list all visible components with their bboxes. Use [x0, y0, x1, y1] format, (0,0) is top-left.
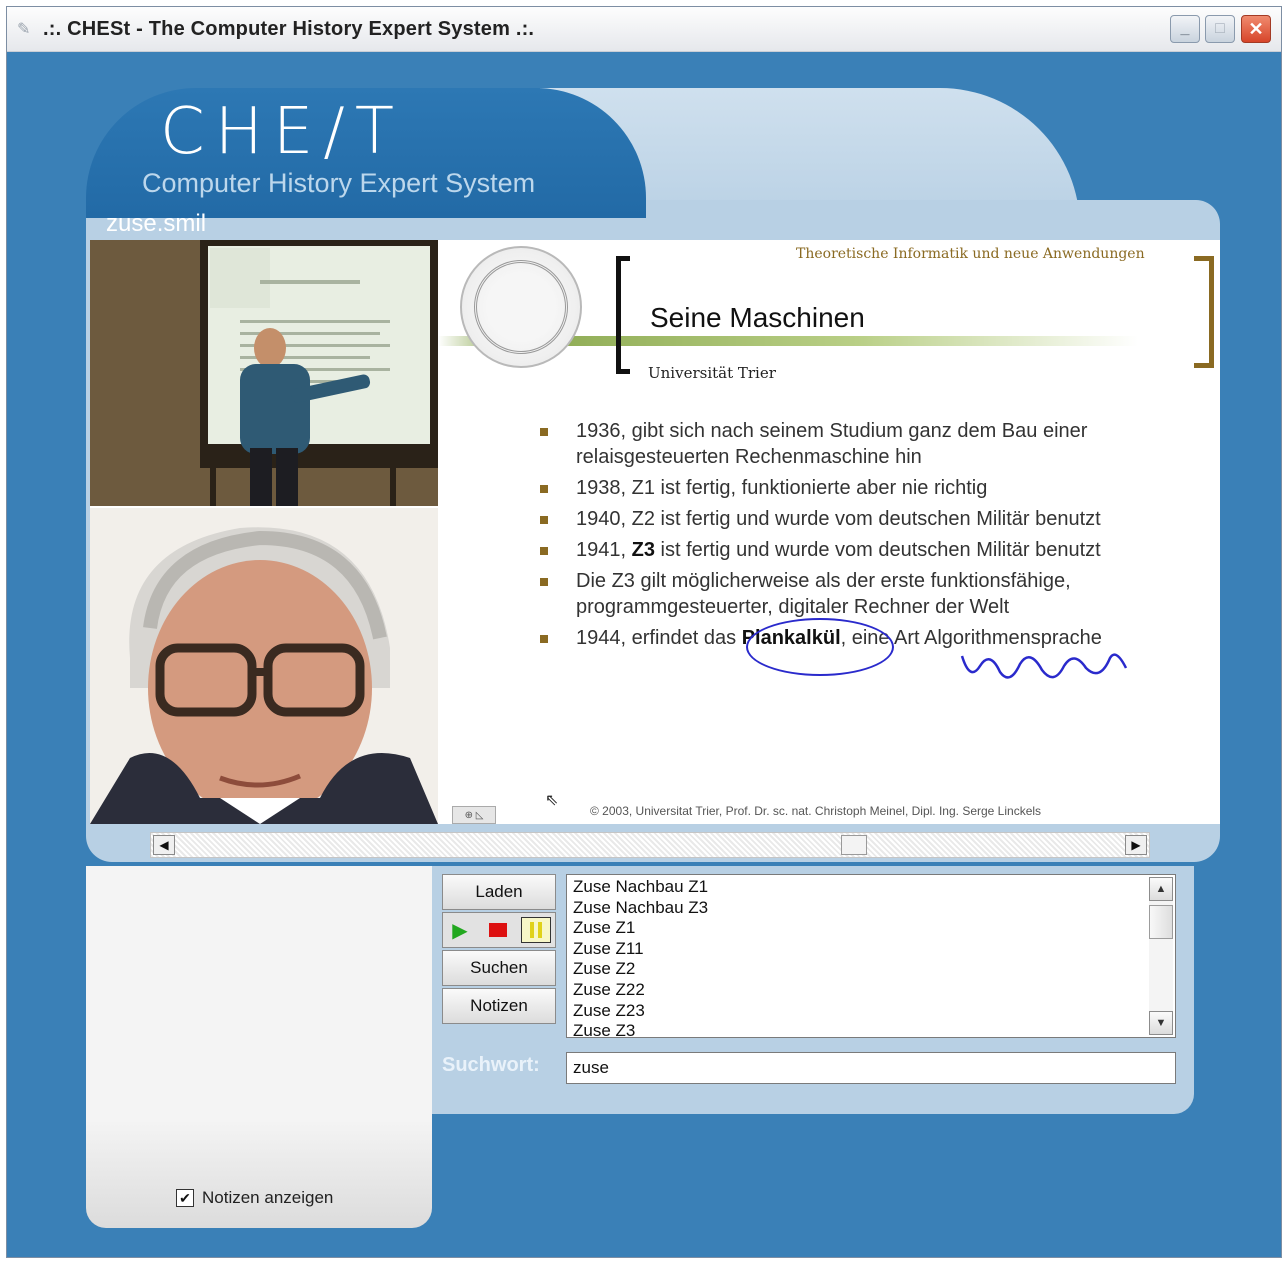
slide-copyright: © 2003, Universitat Trier, Prof. Dr. sc.… — [590, 804, 1042, 818]
list-item[interactable]: Zuse Z2 — [573, 959, 1175, 980]
list-item[interactable]: Zuse Z23 — [573, 1001, 1175, 1022]
results-scrollbar-thumb[interactable] — [1149, 905, 1173, 939]
slide-mini-control[interactable]: ⊕ ◺ — [452, 806, 496, 824]
bullet-text: 1936, gibt sich nach seinem Studium ganz… — [576, 420, 1088, 468]
scroll-left-arrow-icon[interactable]: ◀ — [153, 835, 175, 855]
slide-title: Seine Maschinen — [650, 302, 865, 333]
slide-bullet: 1940, Z2 ist fertig und wurde vom deutsc… — [540, 506, 1180, 532]
play-icon[interactable]: ▶ — [445, 917, 475, 943]
window-title: .:. CHESt - The Computer History Expert … — [43, 18, 535, 40]
results-list[interactable]: Zuse Nachbau Z1 Zuse Nachbau Z3 Zuse Z1 … — [566, 874, 1176, 1038]
ink-annotation-wave — [960, 653, 1128, 679]
lecture-video[interactable] — [90, 240, 438, 506]
list-item[interactable]: Zuse Z1 — [573, 918, 1175, 939]
list-item[interactable]: Zuse Z3 — [573, 1021, 1175, 1037]
bullet-text: 1944, erfindet das — [576, 627, 742, 649]
show-notes-checkbox[interactable]: ✔ — [176, 1189, 194, 1207]
minimize-button[interactable]: _ — [1170, 15, 1200, 43]
bullet-marker — [540, 635, 548, 643]
bullet-text: 1941, — [576, 539, 632, 561]
notes-panel — [86, 866, 432, 1228]
bullet-text: Die Z3 gilt möglicherweise als der erste… — [576, 570, 1071, 618]
close-button[interactable]: ✕ — [1241, 15, 1271, 43]
title-bar[interactable]: ✎ .:. CHESt - The Computer History Exper… — [7, 7, 1281, 52]
list-item[interactable]: Zuse Nachbau Z3 — [573, 898, 1175, 919]
scroll-up-arrow-icon[interactable]: ▲ — [1149, 877, 1173, 901]
logo-subtitle: Computer History Expert System — [142, 168, 536, 198]
slide-bullet: Die Z3 gilt möglicherweise als der erste… — [540, 568, 1180, 620]
ink-annotation-circle — [746, 618, 894, 676]
search-input[interactable] — [566, 1052, 1176, 1084]
pause-icon[interactable] — [521, 917, 551, 943]
scroll-right-arrow-icon[interactable]: ▶ — [1125, 835, 1147, 855]
show-notes-toggle[interactable]: ✔ Notizen anzeigen — [176, 1188, 333, 1208]
show-notes-label: Notizen anzeigen — [202, 1188, 334, 1207]
bullet-bold: Z3 — [631, 539, 655, 561]
university-name: Universität Trier — [648, 364, 776, 382]
app-icon: ✎ — [17, 21, 31, 38]
bullet-marker — [540, 485, 548, 493]
portrait-image — [90, 508, 438, 824]
slide-bullet: 1938, Z1 ist fertig, funktionierte aber … — [540, 475, 1180, 501]
list-item[interactable]: Zuse Z22 — [573, 980, 1175, 1001]
list-item[interactable]: Zuse Nachbau Z1 — [573, 877, 1175, 898]
chest-logo: CHE∕T — [160, 95, 404, 169]
bullet-text-after: ist fertig und wurde vom deutschen Milit… — [654, 539, 1101, 561]
maximize-button[interactable]: □ — [1205, 15, 1235, 43]
file-name-label: zuse.smil — [106, 210, 207, 237]
scrollbar-thumb[interactable] — [841, 835, 867, 855]
playback-controls: ▶ — [442, 912, 556, 948]
bullet-text: 1940, Z2 ist fertig und wurde vom deutsc… — [576, 508, 1101, 530]
slide-bullet: 1936, gibt sich nach seinem Studium ganz… — [540, 418, 1180, 470]
notes-button[interactable]: Notizen — [442, 988, 556, 1024]
scroll-down-arrow-icon[interactable]: ▼ — [1149, 1011, 1173, 1035]
search-button[interactable]: Suchen — [442, 950, 556, 986]
stop-icon[interactable] — [483, 917, 513, 943]
slide-bullet: 1941, Z3 ist fertig und wurde vom deutsc… — [540, 537, 1180, 563]
slide-scrollbar[interactable]: ◀ ▶ — [150, 832, 1150, 858]
portrait-photo — [90, 508, 438, 824]
university-seal-icon — [460, 246, 582, 368]
bullet-text: 1938, Z1 ist fertig, funktionierte aber … — [576, 477, 988, 499]
results-scrollbar[interactable]: ▲ ▼ — [1149, 877, 1173, 1035]
title-bracket-right — [1194, 256, 1214, 368]
mouse-cursor-icon: ⇖ — [545, 792, 559, 809]
load-button[interactable]: Laden — [442, 874, 556, 910]
title-bracket-left — [616, 256, 630, 374]
bullet-marker — [540, 547, 548, 555]
bullet-marker — [540, 428, 548, 436]
lecture-video-image — [90, 240, 438, 506]
slide-bullet-list: 1936, gibt sich nach seinem Studium ganz… — [540, 418, 1180, 656]
list-item[interactable]: Zuse Z11 — [573, 939, 1175, 960]
bullet-marker — [540, 516, 548, 524]
search-term-label: Suchwort: — [442, 1054, 540, 1076]
institute-name: Theoretische Informatik und neue Anwendu… — [796, 246, 1145, 262]
bullet-marker — [540, 578, 548, 586]
